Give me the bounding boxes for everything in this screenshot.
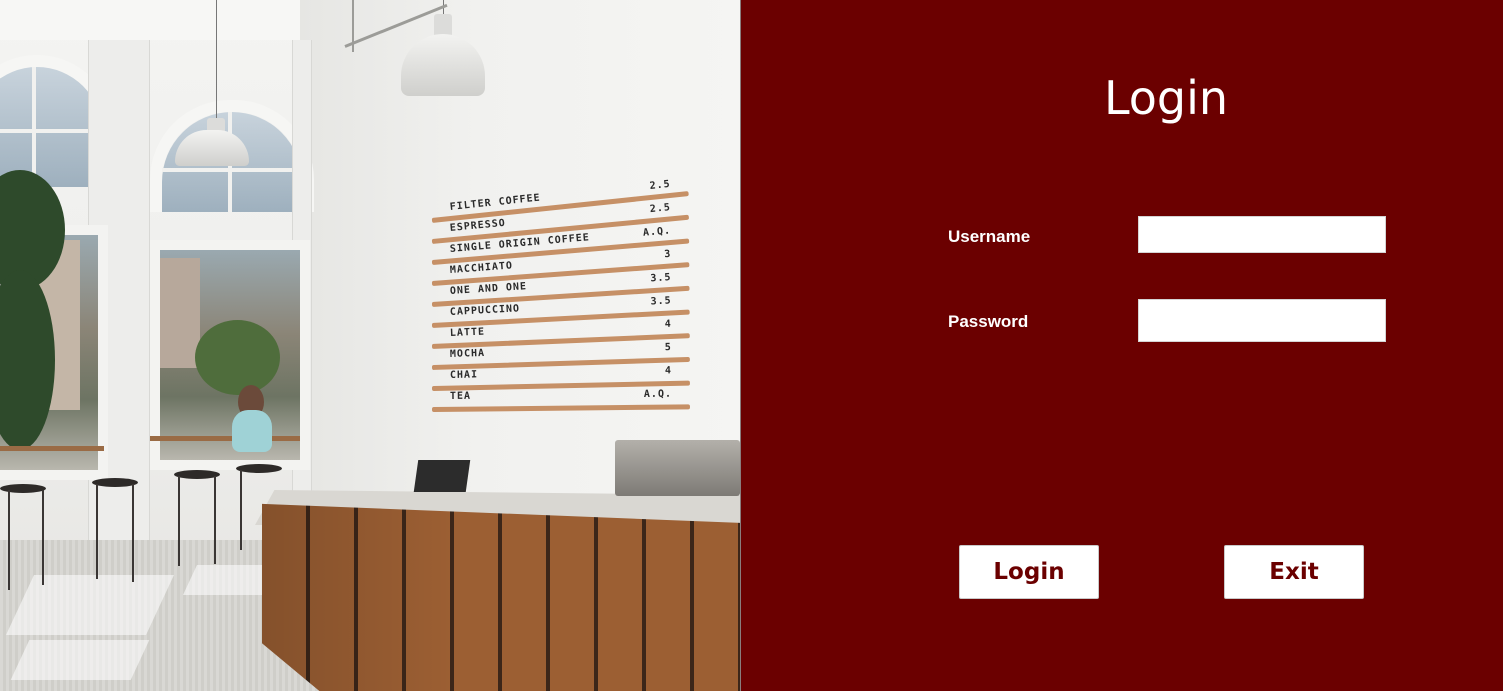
menu-item-price: 5 <box>664 342 673 354</box>
window-bar-shelf <box>0 446 104 451</box>
exit-button[interactable]: Exit <box>1224 545 1364 599</box>
menu-board-line: TEA A.Q. <box>450 389 672 405</box>
menu-item-price: 2.5 <box>649 178 672 192</box>
menu-plank <box>431 404 691 412</box>
bar-stool <box>236 464 282 473</box>
menu-item-price: A.Q. <box>643 388 673 400</box>
username-input[interactable] <box>1138 216 1386 253</box>
menu-item-price: 3 <box>663 248 672 261</box>
login-panel: Login Username Password Login Exit <box>740 0 1503 691</box>
window-bar-shelf <box>150 436 300 441</box>
espresso-machine <box>615 440 740 496</box>
menu-item-name: CAPPUCCINO <box>449 303 521 318</box>
login-title: Login <box>1103 71 1229 125</box>
bar-stool <box>0 484 46 493</box>
password-input[interactable] <box>1138 299 1386 342</box>
menu-item-name: TEA <box>449 390 472 402</box>
street-tree <box>195 320 280 395</box>
menu-item-name: LATTE <box>449 326 486 339</box>
menu-item-name: MOCHA <box>449 347 486 360</box>
menu-item-price: 2.5 <box>649 202 672 216</box>
username-label: Username <box>948 227 1031 246</box>
menu-item-name: CHAI <box>449 369 479 381</box>
pos-terminal <box>413 460 471 492</box>
login-button[interactable]: Login <box>959 545 1099 599</box>
menu-item-price: 3.5 <box>650 272 672 285</box>
menu-item-price: 4 <box>664 365 673 377</box>
cafe-interior-image: FILTER COFFEE 2.5 ESPRESSO 2.5 SINGLE ORIGIN… <box>0 0 740 691</box>
password-label: Password <box>948 312 1029 331</box>
menu-item-price: 3.5 <box>650 295 672 308</box>
menu-item-price: A.Q. <box>642 225 672 239</box>
menu-board: FILTER COFFEE 2.5 ESPRESSO 2.5 SINGLE ORIGIN… <box>431 179 702 420</box>
menu-item-price: 4 <box>664 318 672 330</box>
